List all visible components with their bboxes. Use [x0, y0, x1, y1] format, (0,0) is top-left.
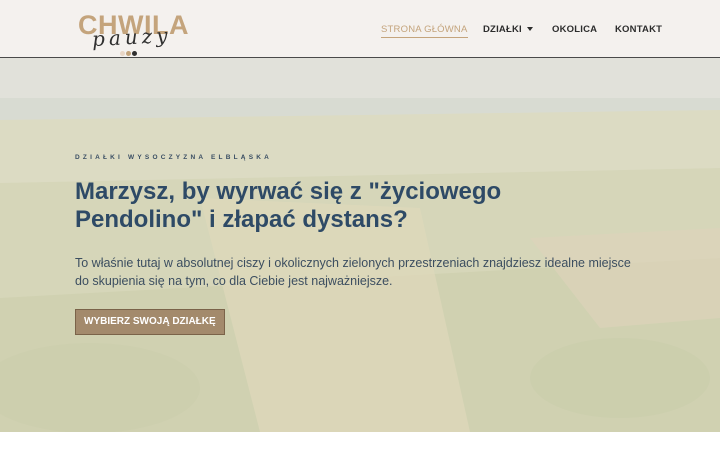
nav-item-area[interactable]: OKOLICA [552, 24, 597, 35]
nav-item-plots-label: DZIAŁKI [483, 24, 522, 35]
logo-dot [132, 51, 137, 56]
hero-eyebrow: DZIAŁKI WYSOCZYZNA ELBLĄSKA [75, 154, 273, 161]
hero-section: DZIAŁKI WYSOCZYZNA ELBLĄSKA Marzysz, by … [0, 58, 720, 432]
nav-item-plots[interactable]: DZIAŁKI [483, 24, 533, 35]
hero-headline: Marzysz, by wyrwać się z "życiowego Pend… [75, 178, 502, 233]
main-nav: STRONA GŁÓWNA DZIAŁKI OKOLICA KONTAKT [0, 24, 720, 40]
hero-subtext: To właśnie tutaj w absolutnej ciszy i ok… [75, 256, 631, 288]
hero-overlay [0, 58, 720, 432]
choose-plot-button[interactable]: WYBIERZ SWOJĄ DZIAŁKĘ [75, 309, 225, 335]
site-header: CHWILA pauzy STRONA GŁÓWNA DZIAŁKI OKOLI… [0, 0, 720, 58]
nav-item-contact[interactable]: KONTAKT [615, 24, 662, 35]
logo-dot [126, 51, 131, 56]
logo-dot [120, 51, 125, 56]
nav-item-home[interactable]: STRONA GŁÓWNA [381, 24, 468, 38]
chevron-down-icon [526, 27, 533, 32]
